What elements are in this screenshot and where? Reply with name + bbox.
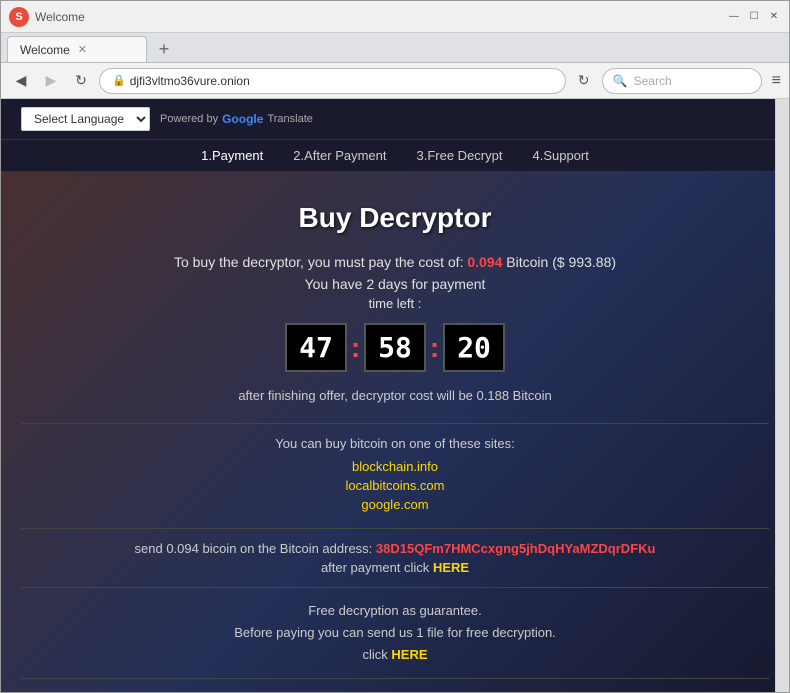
after-offer-text: after finishing offer, decryptor cost wi… (21, 388, 769, 403)
free-decrypt-line1: Free decryption as guarantee. (21, 600, 769, 622)
subtitle-text: To buy the decryptor, you must pay the c… (174, 254, 464, 270)
browser-logo: S (9, 7, 29, 27)
search-icon: 🔍 (613, 74, 628, 88)
countdown-timer: 47 : 58 : 20 (21, 323, 769, 372)
send-text-label: send 0.094 bicoin on the Bitcoin address… (135, 541, 373, 556)
free-decrypt-click: click HERE (21, 644, 769, 666)
search-box[interactable]: 🔍 Search (602, 68, 762, 94)
bottom-logo-area: ●● // risk .com (21, 691, 769, 692)
send-section: send 0.094 bicoin on the Bitcoin address… (21, 541, 769, 575)
navigation-bar: ◀ ▶ ↻ 🔒 djfi3vltmo36vure.onion ↻ 🔍 Searc… (1, 63, 789, 99)
powered-by: Powered by Google Translate (160, 112, 313, 126)
price-btc: 0.094 (467, 254, 502, 270)
browser-content: Select Language Powered by Google Transl… (1, 99, 789, 692)
title-bar: S Welcome — ☐ ✕ (1, 1, 789, 33)
click-here-link[interactable]: HERE (391, 647, 427, 662)
url-text: djfi3vltmo36vure.onion (130, 74, 250, 88)
translate-label: Translate (267, 113, 312, 125)
nav-item-payment[interactable]: 1.Payment (201, 148, 263, 163)
window-controls: — ☐ ✕ (727, 10, 781, 24)
window-frame: S Welcome — ☐ ✕ Welcome ✕ + ◀ ▶ ↻ 🔒 djfi… (0, 0, 790, 693)
timer-minutes: 58 (364, 323, 426, 372)
main-title: Buy Decryptor (21, 202, 769, 234)
nav-item-after-payment[interactable]: 2.After Payment (293, 148, 386, 163)
content-inner: Buy Decryptor To buy the decryptor, you … (21, 202, 769, 692)
buy-bitcoin-label: You can buy bitcoin on one of these site… (21, 436, 769, 451)
minimize-button[interactable]: — (727, 10, 741, 24)
nav-item-free-decrypt[interactable]: 3.Free Decrypt (417, 148, 503, 163)
timer-seconds: 20 (443, 323, 505, 372)
here-link[interactable]: HERE (433, 560, 469, 575)
after-payment-text: after payment click HERE (21, 560, 769, 575)
payment-days: You have 2 days for payment (21, 276, 769, 292)
language-select[interactable]: Select Language (21, 107, 150, 131)
address-bar[interactable]: 🔒 djfi3vltmo36vure.onion (99, 68, 566, 94)
page: Select Language Powered by Google Transl… (1, 99, 789, 692)
divider-1 (21, 423, 769, 424)
forward-button[interactable]: ▶ (39, 69, 63, 93)
maximize-button[interactable]: ☐ (747, 10, 761, 24)
price-subtitle: To buy the decryptor, you must pay the c… (21, 254, 769, 270)
timer-sep-1: : (351, 332, 360, 364)
nav-menu: 1.Payment 2.After Payment 3.Free Decrypt… (1, 140, 789, 172)
timer-hours: 47 (285, 323, 347, 372)
free-decrypt-section: Free decryption as guarantee. Before pay… (21, 600, 769, 666)
browser-menu-button[interactable]: ≡ (772, 72, 781, 90)
bitcoin-link-2[interactable]: google.com (21, 497, 769, 512)
price-usd: Bitcoin ($ 993.88) (506, 254, 616, 270)
time-left-label: time left : (21, 296, 769, 311)
back-button[interactable]: ◀ (9, 69, 33, 93)
close-button[interactable]: ✕ (767, 10, 781, 24)
divider-4 (21, 678, 769, 679)
divider-2 (21, 528, 769, 529)
divider-3 (21, 587, 769, 588)
free-decrypt-line2: Before paying you can send us 1 file for… (21, 622, 769, 644)
bitcoin-link-1[interactable]: localbitcoins.com (21, 478, 769, 493)
btc-address: 38D15QFm7HMCcxgng5jhDqHYaMZDqrDFKu (376, 541, 656, 556)
bitcoin-links: blockchain.info localbitcoins.com google… (21, 459, 769, 512)
nav-item-support[interactable]: 4.Support (532, 148, 588, 163)
new-tab-button[interactable]: + (151, 36, 177, 62)
tab-label: Welcome (20, 43, 70, 57)
bitcoin-link-0[interactable]: blockchain.info (21, 459, 769, 474)
main-content: Buy Decryptor To buy the decryptor, you … (1, 172, 789, 692)
active-tab[interactable]: Welcome ✕ (7, 36, 147, 62)
tab-title: Welcome (35, 10, 85, 24)
powered-by-text: Powered by (160, 113, 218, 125)
tab-bar: Welcome ✕ + (1, 33, 789, 63)
refresh-button[interactable]: ↻ (572, 69, 596, 93)
top-bar: Select Language Powered by Google Transl… (1, 99, 789, 140)
tab-close-button[interactable]: ✕ (78, 43, 87, 56)
scrollbar[interactable] (775, 99, 789, 692)
timer-sep-2: : (430, 332, 439, 364)
search-placeholder: Search (634, 74, 672, 88)
google-label: Google (222, 112, 263, 126)
send-text: send 0.094 bicoin on the Bitcoin address… (21, 541, 769, 556)
reload-button[interactable]: ↻ (69, 69, 93, 93)
